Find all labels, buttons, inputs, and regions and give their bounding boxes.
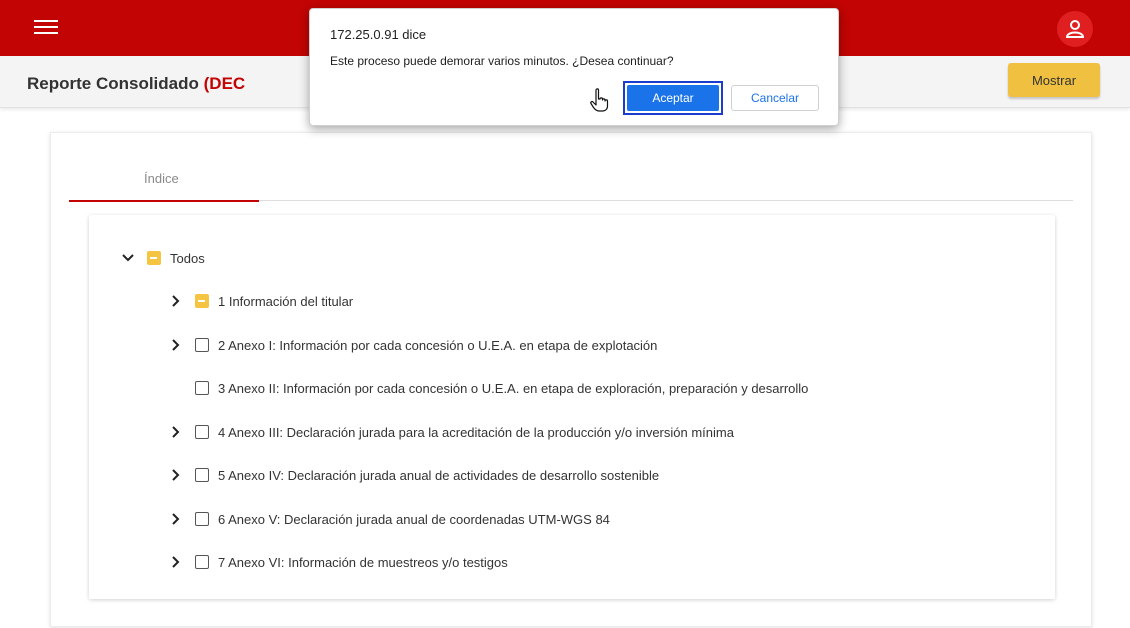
chevron-right-icon[interactable] (169, 555, 183, 569)
tree-node-item: 1 Información del titular (169, 291, 353, 311)
tab-label: Índice (144, 171, 179, 186)
tree-node-label: Todos (170, 250, 205, 266)
checkbox-todos[interactable] (147, 251, 161, 265)
checkbox-item-5[interactable] (195, 468, 209, 482)
chevron-down-icon[interactable] (121, 251, 135, 265)
checkbox-item-6[interactable] (195, 512, 209, 526)
tree-node-label: 6 Anexo V: Declaración jurada anual de c… (218, 511, 610, 527)
content-card: Índice Todos 1 Información del titular 2… (50, 132, 1092, 627)
page-title-accent: (DEC (203, 74, 246, 93)
confirm-dialog: 172.25.0.91 dice Este proceso puede demo… (309, 8, 839, 126)
chevron-right-icon[interactable] (169, 512, 183, 526)
checkbox-item-2[interactable] (195, 338, 209, 352)
accept-button[interactable]: Aceptar (623, 81, 723, 115)
hamburger-menu-icon[interactable] (34, 20, 58, 38)
tab-indice[interactable]: Índice (69, 133, 259, 202)
checkbox-item-1[interactable] (195, 294, 209, 308)
chevron-right-icon[interactable] (169, 294, 183, 308)
tree-node-label: 2 Anexo I: Información por cada concesió… (218, 337, 658, 353)
hand-pointer-icon (590, 88, 609, 112)
checkbox-item-3[interactable] (195, 381, 209, 395)
accept-button-label: Aceptar (627, 85, 719, 111)
tree-node-item: 7 Anexo VI: Información de muestreos y/o… (169, 552, 508, 572)
chevron-right-icon[interactable] (169, 425, 183, 439)
checkbox-item-4[interactable] (195, 425, 209, 439)
checkbox-item-7[interactable] (195, 555, 209, 569)
index-tree: Todos 1 Información del titular 2 Anexo … (89, 215, 1055, 599)
cancel-button[interactable]: Cancelar (731, 85, 819, 111)
chevron-right-icon[interactable] (169, 338, 183, 352)
user-account-button[interactable] (1057, 11, 1093, 47)
tree-node-item: 5 Anexo IV: Declaración jurada anual de … (169, 465, 659, 485)
chevron-right-icon[interactable] (169, 468, 183, 482)
page-title: Reporte Consolidado (DEC (27, 74, 246, 93)
tree-node-item: 2 Anexo I: Información por cada concesió… (169, 335, 657, 355)
show-button[interactable]: Mostrar (1008, 63, 1100, 97)
tree-node-item: 4 Anexo III: Declaración jurada para la … (169, 422, 734, 442)
tree-node-label: 5 Anexo IV: Declaración jurada anual de … (218, 467, 660, 483)
tree-node-label: 4 Anexo III: Declaración jurada para la … (218, 424, 734, 440)
tree-node-label: 1 Información del titular (218, 293, 354, 309)
dialog-title: 172.25.0.91 dice (330, 27, 427, 42)
tree-node-label: 7 Anexo VI: Información de muestreos y/o… (218, 554, 508, 570)
user-account-icon (1065, 20, 1085, 38)
tree-node-todos: Todos (121, 248, 205, 268)
dialog-message: Este proceso puede demorar varios minuto… (330, 54, 674, 68)
active-tab-indicator (69, 200, 259, 202)
tab-bar: Índice (69, 133, 1073, 202)
tree-node-item: 6 Anexo V: Declaración jurada anual de c… (169, 509, 610, 529)
tree-node-item: 3 Anexo II: Información por cada concesi… (195, 378, 808, 398)
tree-node-label: 3 Anexo II: Información por cada concesi… (218, 380, 809, 396)
